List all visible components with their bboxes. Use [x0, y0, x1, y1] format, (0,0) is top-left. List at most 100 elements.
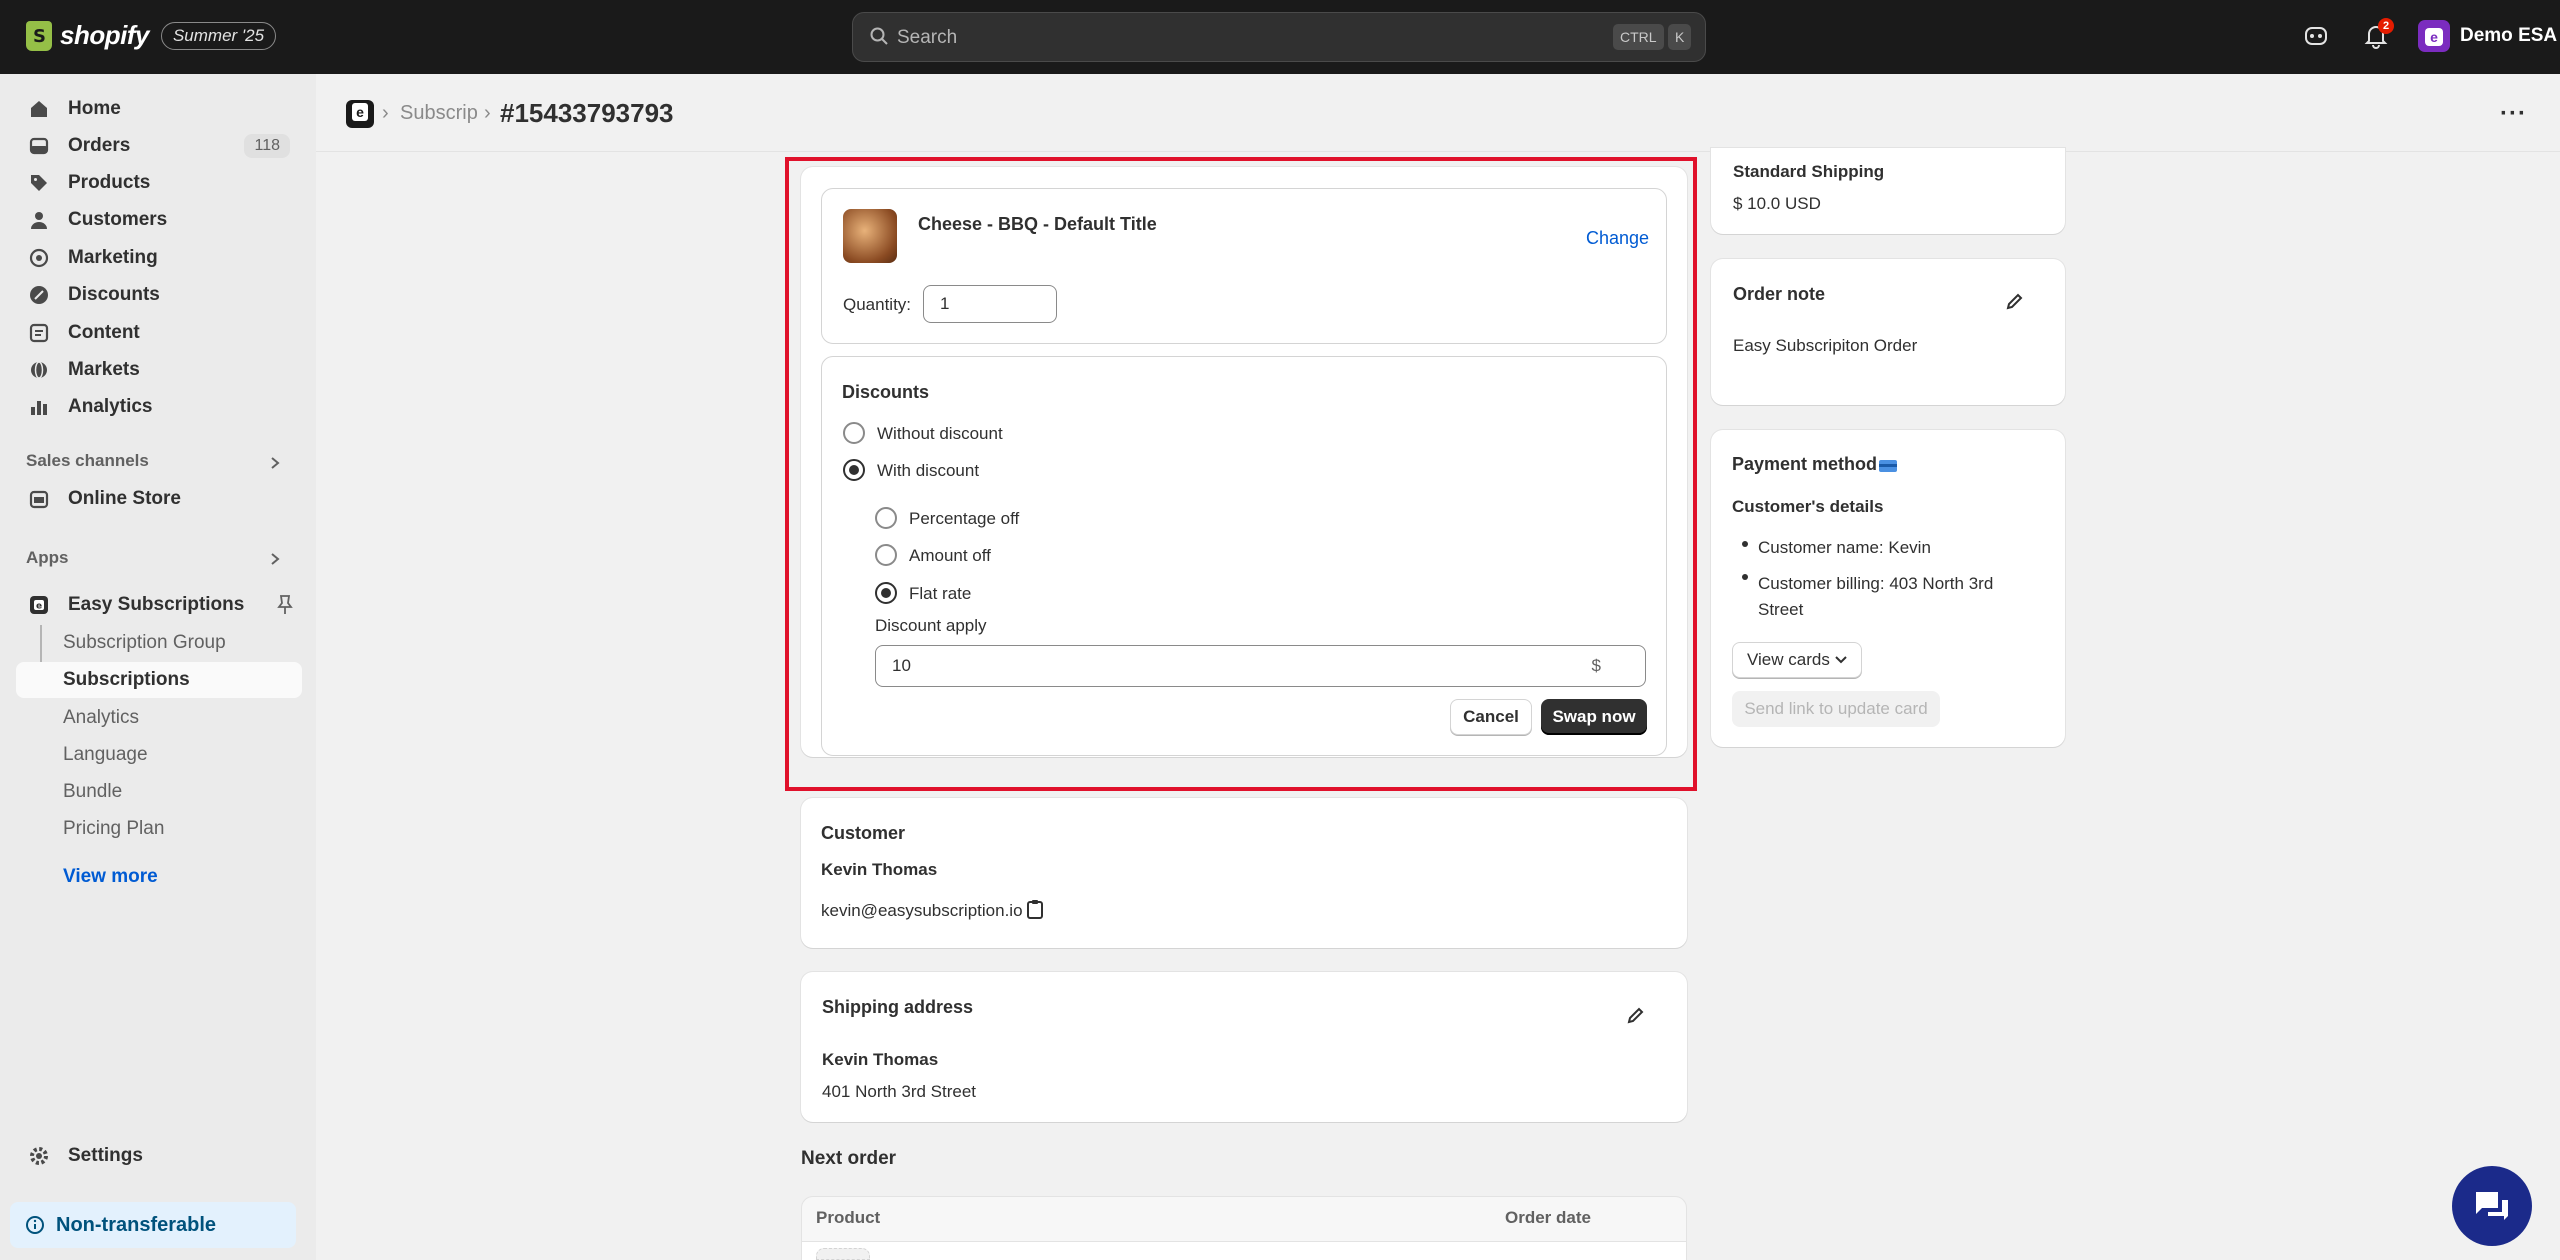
sidebar-item-label: Products: [68, 172, 151, 193]
view-more-link[interactable]: View more: [63, 866, 158, 888]
top-bar: shopify Summer '25 Search CTRL K 2 e Dem…: [0, 0, 2560, 74]
shopify-logo[interactable]: shopify Summer '25: [26, 20, 277, 51]
sidebar-item-label: Discounts: [68, 284, 160, 305]
sidebar-item-label: Easy Subscriptions: [68, 594, 245, 615]
sidebar-sub-item-analytics[interactable]: Analytics: [63, 707, 139, 729]
sidebar-item-orders[interactable]: Orders 118: [16, 128, 302, 164]
sidebar-item-analytics[interactable]: Analytics: [16, 389, 302, 425]
orders-count-badge: 118: [244, 134, 290, 158]
breadcrumb-separator-icon: ›: [484, 102, 491, 124]
view-cards-button[interactable]: View cards: [1732, 642, 1862, 678]
sidebar-item-settings[interactable]: Settings: [16, 1138, 302, 1174]
pin-icon[interactable]: [276, 594, 294, 616]
customer-title: Customer: [821, 823, 906, 843]
sidebar-item-discounts[interactable]: Discounts: [16, 277, 302, 313]
apps-title[interactable]: Apps: [26, 548, 69, 568]
sidebar-item-customers[interactable]: Customers: [16, 202, 302, 238]
highlight-box: [785, 157, 1697, 791]
store-icon: [29, 490, 49, 509]
sidebar-item-easy-subscriptions[interactable]: e Easy Subscriptions: [16, 587, 302, 623]
sidebar-sub-item-pricing-plan[interactable]: Pricing Plan: [63, 818, 164, 840]
image-placeholder-icon: [816, 1248, 870, 1260]
sidebar-item-online-store[interactable]: Online Store: [16, 481, 302, 517]
search-icon: [870, 27, 888, 45]
chevron-down-icon: [1835, 656, 1847, 664]
customer-name-line: Customer name: Kevin: [1758, 538, 1931, 557]
customer-billing-line: Customer billing: 403 North 3rd Street: [1758, 574, 1994, 619]
store-name[interactable]: Demo ESA: [2460, 25, 2557, 47]
sidebar-item-label: Orders: [68, 135, 131, 156]
column-header-product: Product: [816, 1208, 881, 1227]
sidebar-item-label: Online Store: [68, 488, 181, 509]
sidebar-item-marketing[interactable]: Marketing: [16, 240, 302, 276]
sidebar-item-label: Customers: [68, 209, 168, 230]
column-header-order-date: Order date: [1505, 1208, 1591, 1227]
tag-icon: [31, 175, 47, 191]
sidebar-item-label: Analytics: [68, 396, 153, 417]
svg-text:e: e: [36, 602, 42, 612]
edit-shipping-pencil-icon[interactable]: [1626, 1005, 1646, 1025]
person-icon: [31, 212, 47, 229]
shipping-method-name: Standard Shipping: [1733, 162, 1885, 181]
shipping-name: Kevin Thomas: [822, 1050, 939, 1069]
content-icon: [29, 323, 49, 343]
app-icon[interactable]: [346, 100, 374, 128]
edit-note-pencil-icon[interactable]: [2005, 291, 2025, 311]
edition-badge[interactable]: Summer '25: [160, 21, 277, 50]
info-icon: [26, 1216, 44, 1234]
kbd-ctrl: CTRL: [1613, 24, 1664, 50]
gear-icon: [30, 1147, 48, 1165]
sidebar-item-products[interactable]: Products: [16, 165, 302, 201]
order-note-text: Easy Subscripiton Order: [1733, 336, 1918, 355]
non-transferable-banner[interactable]: Non-transferable: [10, 1202, 296, 1248]
chat-button[interactable]: [2452, 1166, 2532, 1246]
copy-icon[interactable]: [1026, 898, 1044, 920]
orders-icon: [29, 137, 49, 155]
bullet: [1742, 574, 1748, 580]
discount-icon: [30, 286, 48, 304]
shopify-bag-icon: [26, 20, 52, 51]
bar-chart-icon: [31, 401, 47, 415]
view-cards-label: View cards: [1747, 650, 1830, 669]
send-update-card-link-button[interactable]: Send link to update card: [1732, 691, 1940, 727]
sidebar-item-label: Markets: [68, 359, 140, 380]
sidebar-item-content[interactable]: Content: [16, 315, 302, 351]
store-avatar-letter: e: [2425, 28, 2443, 46]
sidebar-sub-item-language[interactable]: Language: [63, 744, 148, 766]
sidebar-item-label: Marketing: [68, 247, 158, 268]
sidekick-icon[interactable]: [2302, 22, 2330, 50]
chevron-right-icon[interactable]: [268, 456, 282, 470]
shipping-address-line: 401 North 3rd Street: [822, 1082, 977, 1101]
easy-subscriptions-app-icon: e: [30, 596, 48, 614]
credit-card-icon: [1879, 460, 1897, 472]
breadcrumb[interactable]: Subscriptions: [400, 102, 478, 125]
sidebar-item-markets[interactable]: Markets: [16, 352, 302, 388]
customer-name[interactable]: Kevin Thomas: [821, 860, 937, 880]
globe-icon: [31, 361, 47, 379]
sidebar-item-home[interactable]: Home: [16, 91, 302, 127]
more-actions-icon[interactable]: ···: [2500, 100, 2527, 128]
target-icon: [29, 248, 49, 268]
breadcrumb-separator-icon: ›: [382, 102, 389, 124]
search-input[interactable]: Search CTRL K: [852, 12, 1706, 62]
order-note-card: [1711, 259, 2065, 405]
payment-method-title: Payment method: [1732, 454, 1878, 474]
kbd-k: K: [1668, 24, 1692, 50]
customer-email: kevin@easysubscription.io: [821, 901, 1023, 920]
search-placeholder: Search: [897, 27, 958, 48]
logo-text: shopify: [60, 20, 149, 50]
sidebar-sub-item-subscription-group[interactable]: Subscription Group: [63, 632, 226, 654]
sidebar-item-label: Content: [68, 322, 140, 343]
chevron-right-icon[interactable]: [268, 552, 282, 566]
notification-badge: 2: [2378, 18, 2394, 34]
sidebar-sub-item-subscriptions[interactable]: Subscriptions: [63, 669, 190, 691]
shipping-address-title: Shipping address: [822, 997, 974, 1017]
sidebar-sub-item-bundle[interactable]: Bundle: [63, 781, 122, 803]
sales-channels-title[interactable]: Sales channels: [26, 451, 149, 471]
home-icon: [31, 101, 47, 117]
non-transferable-label: Non-transferable: [56, 1213, 217, 1236]
page-header: › Subscriptions › #15433793793 ···: [316, 74, 2560, 152]
bullet: [1742, 541, 1748, 547]
store-avatar[interactable]: e: [2418, 20, 2450, 52]
shipping-method-price: $ 10.0 USD: [1733, 194, 1821, 213]
